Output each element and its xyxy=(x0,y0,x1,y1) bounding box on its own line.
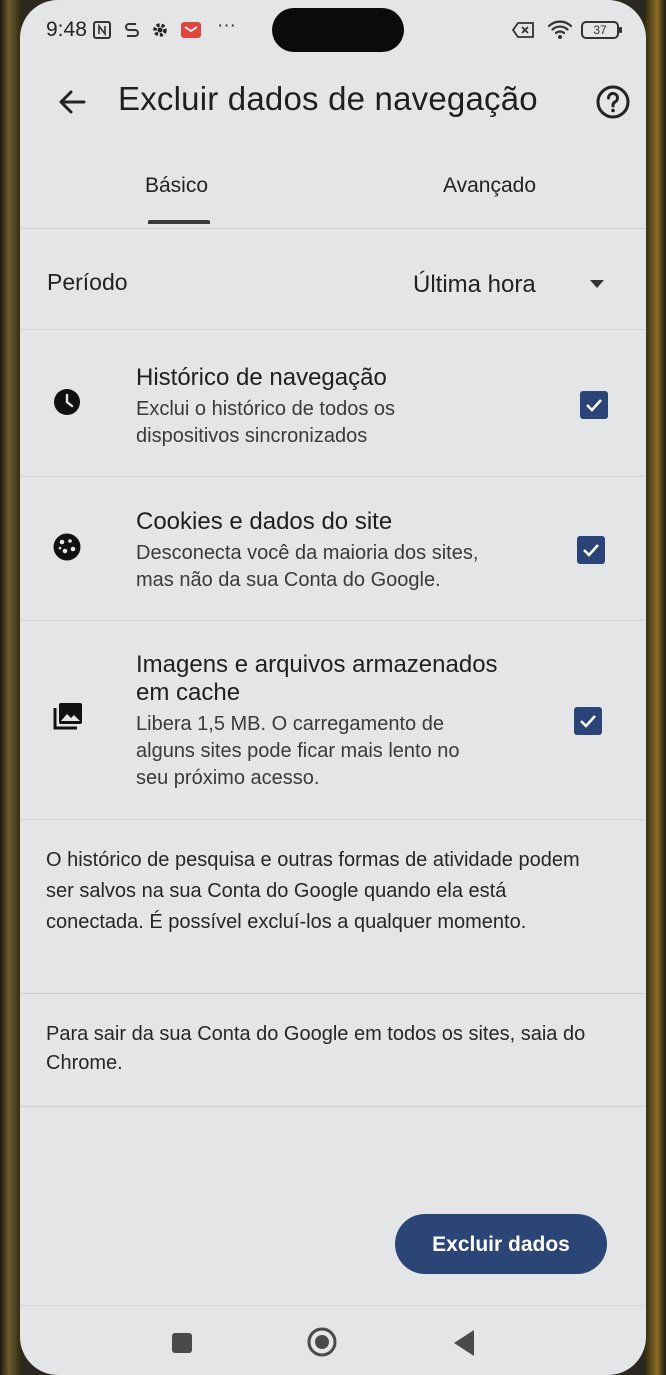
history-checkbox[interactable] xyxy=(580,391,608,419)
option-description-line: dispositivos sincronizados xyxy=(136,425,368,447)
option-title: Imagens e arquivos armazenados em cache xyxy=(136,651,498,707)
tab-advanced[interactable]: Avançado xyxy=(443,174,536,198)
nfc-icon xyxy=(92,20,112,45)
recents-icon[interactable] xyxy=(172,1333,192,1353)
home-icon[interactable] xyxy=(307,1327,337,1357)
option-description: Desconecta você da maioria dos sites, ma… xyxy=(136,540,478,594)
option-description-line: Desconecta você da maioria dos sites, xyxy=(136,542,479,564)
option-cookies[interactable]: Cookies e dados do site Desconecta você … xyxy=(20,477,646,621)
nav-back-icon[interactable] xyxy=(454,1330,474,1356)
option-description-line: seu próximo acesso. xyxy=(136,767,320,789)
dropdown-arrow-icon[interactable] xyxy=(590,280,604,288)
tab-basic[interactable]: Básico xyxy=(145,174,208,198)
delete-data-button[interactable]: Excluir dados xyxy=(395,1214,607,1274)
status-time: 9:48 xyxy=(46,18,87,41)
tab-bar: Básico Avançado xyxy=(20,150,646,229)
more-icon: ··· xyxy=(217,15,236,36)
help-icon[interactable] xyxy=(595,84,631,120)
image-icon xyxy=(52,701,82,731)
option-description-line: Exclui o histórico de todos os xyxy=(136,398,396,420)
system-nav-bar xyxy=(20,1305,646,1375)
battery-icon: 37 xyxy=(581,21,622,39)
camera-notch xyxy=(272,8,404,52)
option-title-line: em cache xyxy=(136,679,241,706)
option-browsing-history[interactable]: Histórico de navegação Exclui o históric… xyxy=(20,330,646,477)
search-history-info: O histórico de pesquisa e outras formas … xyxy=(46,849,580,933)
page-title: Excluir dados de navegação xyxy=(118,80,538,117)
period-label: Período xyxy=(47,269,128,295)
app-bar: Excluir dados de navegação xyxy=(20,60,646,148)
phone-bezel-left xyxy=(0,0,22,1375)
settings-icon xyxy=(150,20,170,45)
divider xyxy=(20,1106,646,1107)
cache-checkbox[interactable] xyxy=(574,707,602,735)
option-description-line: Libera 1,5 MB. O carregamento de xyxy=(136,713,444,735)
cookie-icon xyxy=(52,532,82,562)
period-row[interactable]: Período Última hora xyxy=(20,229,646,330)
mail-icon xyxy=(180,20,202,45)
option-description: Libera 1,5 MB. O carregamento de alguns … xyxy=(136,711,460,792)
divider xyxy=(20,993,646,994)
tab-selected-indicator xyxy=(148,220,210,224)
sync-icon xyxy=(123,20,141,45)
sim-icon xyxy=(511,20,536,45)
cookies-checkbox[interactable] xyxy=(577,536,605,564)
screen: 9:48 ··· 37 Excluir dados de navegação B… xyxy=(20,0,646,1375)
wifi-icon xyxy=(547,18,573,45)
phone-bezel-right xyxy=(644,0,666,1375)
phone-frame: 9:48 ··· 37 Excluir dados de navegação B… xyxy=(0,0,666,1375)
status-bar: 9:48 ··· 37 xyxy=(20,0,646,60)
option-title-line: Imagens e arquivos armazenados xyxy=(136,651,498,678)
option-description-line: mas não da sua Conta do Google. xyxy=(136,569,441,591)
option-title: Histórico de navegação xyxy=(136,364,387,391)
sign-out-info: Para sair da sua Conta do Google em todo… xyxy=(46,1023,586,1074)
clock-icon xyxy=(52,387,82,417)
back-arrow-icon[interactable] xyxy=(50,80,94,124)
option-description-line: alguns sites pode ficar mais lento no xyxy=(136,740,460,762)
option-description: Exclui o histórico de todos os dispositi… xyxy=(136,396,395,450)
option-title: Cookies e dados do site xyxy=(136,508,393,535)
period-select[interactable]: Última hora xyxy=(413,271,536,299)
option-cached-images[interactable]: Imagens e arquivos armazenados em cache … xyxy=(20,621,646,820)
